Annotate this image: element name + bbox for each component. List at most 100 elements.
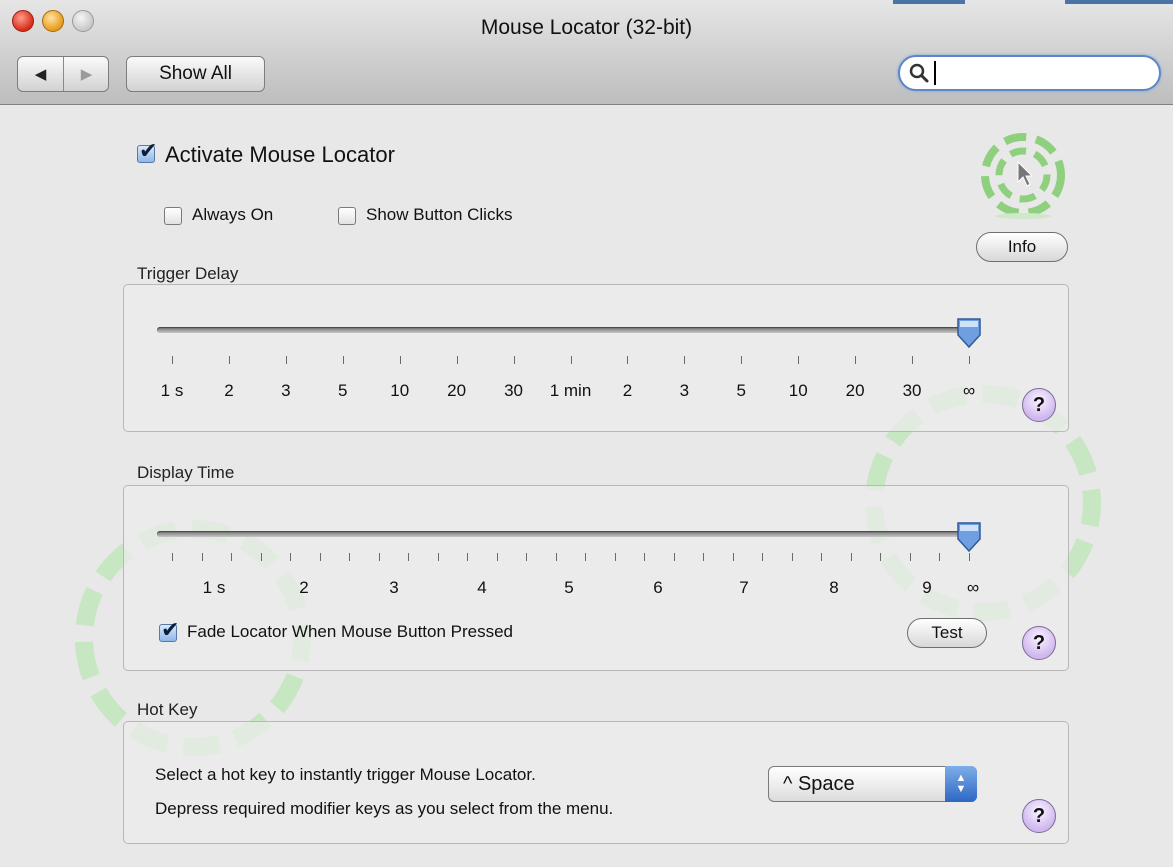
display-time-tick bbox=[969, 553, 970, 561]
trigger-delay-tick bbox=[912, 356, 914, 364]
trigger-delay-tick bbox=[285, 356, 287, 364]
trigger-delay-tick bbox=[342, 356, 344, 364]
search-input[interactable] bbox=[934, 61, 1148, 85]
always-on-label: Always On bbox=[192, 205, 274, 224]
display-time-tick bbox=[496, 553, 498, 561]
fade-locator-label: Fade Locator When Mouse Button Pressed bbox=[187, 622, 514, 641]
always-on-checkbox[interactable] bbox=[164, 207, 182, 225]
back-button[interactable]: ◀ bbox=[18, 57, 64, 91]
trigger-delay-tick bbox=[228, 356, 230, 364]
trigger-delay-tick-label: 2 bbox=[622, 381, 633, 400]
trigger-delay-tick bbox=[855, 356, 857, 364]
display-time-tick bbox=[172, 553, 173, 561]
slider-track bbox=[157, 327, 975, 333]
display-time-tick bbox=[673, 553, 675, 561]
display-time-tick bbox=[467, 553, 469, 561]
trigger-delay-tick-label: 20 bbox=[447, 381, 467, 400]
trigger-delay-tick-label: 1 s bbox=[160, 381, 184, 400]
display-time-tick bbox=[880, 553, 882, 561]
display-time-tick bbox=[526, 553, 528, 561]
background-window-edge bbox=[1065, 0, 1173, 4]
display-time-tick bbox=[231, 553, 233, 561]
trigger-delay-title: Trigger Delay bbox=[137, 264, 239, 283]
trigger-delay-tick bbox=[172, 356, 173, 364]
display-time-tick bbox=[850, 553, 852, 561]
test-button[interactable]: Test bbox=[907, 618, 987, 648]
hot-key-description-line1: Select a hot key to instantly trigger Mo… bbox=[155, 765, 536, 784]
slider-thumb[interactable] bbox=[956, 521, 982, 553]
trigger-delay-tick-label: 5 bbox=[736, 381, 747, 400]
search-icon bbox=[909, 63, 929, 83]
trigger-delay-tick bbox=[399, 356, 401, 364]
trigger-delay-help-button[interactable]: ? bbox=[1022, 388, 1056, 422]
display-time-tick-label: 5 bbox=[564, 578, 574, 597]
trigger-delay-box: 1 s 2 3 5 10 20 30 1 min 2 3 5 10 20 30 ∞ ? bbox=[123, 284, 1069, 432]
trigger-delay-tick-label: 3 bbox=[281, 381, 291, 400]
display-time-tick-label: 7 bbox=[739, 578, 749, 597]
trigger-delay-tick bbox=[570, 356, 572, 364]
trigger-delay-tick-label: ∞ bbox=[962, 381, 976, 400]
display-time-help-button[interactable]: ? bbox=[1022, 626, 1056, 660]
info-button[interactable]: Info bbox=[976, 232, 1068, 262]
hot-key-title: Hot Key bbox=[137, 700, 198, 719]
mouse-locator-logo-icon bbox=[981, 133, 1065, 219]
trigger-delay-tick-label: 2 bbox=[224, 381, 234, 400]
activate-label: Activate Mouse Locator bbox=[165, 142, 395, 167]
display-time-tick bbox=[408, 553, 410, 561]
display-time-tick-label: ∞ bbox=[966, 578, 980, 597]
display-time-tick bbox=[614, 553, 616, 561]
show-button-clicks-label: Show Button Clicks bbox=[366, 205, 513, 224]
trigger-delay-tick bbox=[969, 356, 970, 364]
display-time-tick bbox=[762, 553, 764, 561]
hot-key-help-button[interactable]: ? bbox=[1022, 799, 1056, 833]
trigger-delay-tick bbox=[684, 356, 686, 364]
trigger-delay-tick-label: 3 bbox=[679, 381, 690, 400]
display-time-tick-label: 2 bbox=[299, 578, 309, 597]
display-time-tick-label: 1 s bbox=[202, 578, 226, 597]
window-toolbar: Mouse Locator (32-bit) ◀ ▶ Show All bbox=[0, 0, 1173, 105]
display-time-tick bbox=[644, 553, 646, 561]
trigger-delay-tick bbox=[627, 356, 629, 364]
display-time-tick bbox=[732, 553, 734, 561]
trigger-delay-tick-label: 10 bbox=[788, 381, 808, 400]
display-time-tick bbox=[290, 553, 292, 561]
trigger-delay-tick-label: 5 bbox=[338, 381, 348, 400]
display-time-tick bbox=[349, 553, 351, 561]
display-time-tick bbox=[201, 553, 203, 561]
hot-key-popup[interactable]: ^ Space ▲ ▼ bbox=[768, 766, 977, 802]
trigger-delay-tick bbox=[456, 356, 458, 364]
display-time-tick bbox=[437, 553, 439, 561]
display-time-tick-label: 9 bbox=[922, 578, 932, 597]
back-forward-control: ◀ ▶ bbox=[17, 56, 109, 92]
trigger-delay-tick bbox=[798, 356, 800, 364]
slider-track bbox=[157, 531, 975, 537]
popup-arrows-icon: ▲ ▼ bbox=[945, 766, 977, 802]
display-time-tick-label: 3 bbox=[389, 578, 399, 597]
display-time-tick bbox=[585, 553, 587, 561]
display-time-tick bbox=[319, 553, 321, 561]
trigger-delay-tick-label: 20 bbox=[845, 381, 865, 400]
trigger-delay-tick-label: 30 bbox=[504, 381, 524, 400]
hot-key-description-line2: Depress required modifier keys as you se… bbox=[155, 799, 614, 818]
slider-thumb[interactable] bbox=[956, 317, 982, 349]
display-time-tick bbox=[555, 553, 557, 561]
background-window-edge bbox=[893, 0, 965, 4]
forward-button[interactable]: ▶ bbox=[64, 57, 109, 91]
display-time-tick-label: 4 bbox=[477, 578, 487, 597]
display-time-tick bbox=[260, 553, 262, 561]
display-time-tick bbox=[791, 553, 793, 561]
display-time-box: 1 s 2 3 4 5 6 7 8 9 ∞ Fade Locator When Mouse But… bbox=[123, 485, 1069, 671]
display-time-tick bbox=[703, 553, 705, 561]
activate-checkbox[interactable] bbox=[137, 139, 157, 164]
show-all-button[interactable]: Show All bbox=[126, 56, 265, 92]
display-time-tick bbox=[821, 553, 823, 561]
trigger-delay-tick bbox=[741, 356, 743, 364]
trigger-delay-tick-label: 30 bbox=[902, 381, 922, 400]
fade-locator-checkbox[interactable] bbox=[159, 618, 179, 643]
hot-key-selected-value: ^ Space bbox=[783, 773, 855, 795]
display-time-title: Display Time bbox=[137, 463, 235, 482]
search-field[interactable] bbox=[898, 55, 1161, 91]
trigger-delay-tick bbox=[513, 356, 515, 364]
display-time-tick bbox=[909, 553, 911, 561]
show-button-clicks-checkbox[interactable] bbox=[338, 207, 356, 225]
